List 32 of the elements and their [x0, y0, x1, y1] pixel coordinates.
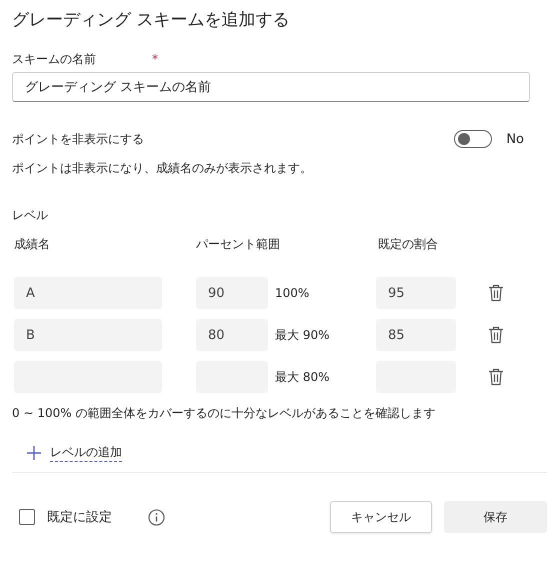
grade-name-field[interactable]: B	[14, 319, 162, 351]
grade-name-field[interactable]: A	[14, 277, 162, 309]
default-percent-field[interactable]: 95	[376, 277, 456, 309]
delete-icon[interactable]	[488, 326, 504, 344]
percent-field[interactable]: 90	[196, 277, 268, 309]
dialog-title: グレーディング スキームを追加する	[12, 9, 290, 32]
description-text: ポイントは非表示になり、成績名のみが表示されます。	[12, 160, 313, 177]
delete-icon[interactable]	[488, 368, 504, 386]
checkbox[interactable]	[19, 509, 35, 525]
info-icon[interactable]	[148, 508, 165, 526]
save-button[interactable]: 保存	[444, 501, 547, 533]
plus-icon	[26, 445, 42, 461]
toggle-state: No	[506, 132, 524, 146]
add-level-button[interactable]: レベルの追加	[12, 444, 122, 462]
scheme-name-field[interactable]: グレーディング スキームの名前	[12, 72, 530, 102]
required-asterisk: *	[152, 52, 158, 66]
column-header: 既定の割合	[377, 236, 439, 252]
toggle-label: ポイントを非表示にする	[12, 130, 144, 148]
delete-icon[interactable]	[488, 284, 504, 302]
section-title: レベル	[12, 207, 49, 224]
column-header: パーセント範囲	[195, 236, 281, 252]
percent-field[interactable]: 80	[196, 319, 268, 351]
range-text: 100%	[274, 286, 310, 300]
range-text: 最大 90%	[274, 326, 330, 344]
column-header: 成績名	[13, 236, 51, 252]
cancel-button[interactable]: キャンセル	[330, 501, 432, 533]
range-text: 最大 80%	[274, 368, 330, 386]
checkbox-label: 既定に設定	[47, 509, 112, 526]
note-text: 0 ~ 100% の範囲全体をカバーするのに十分なレベルがあることを確認します	[12, 405, 436, 422]
default-percent-field[interactable]: 85	[376, 319, 456, 351]
field-label: スキームの名前	[12, 50, 96, 68]
toggle-switch[interactable]	[454, 130, 492, 148]
